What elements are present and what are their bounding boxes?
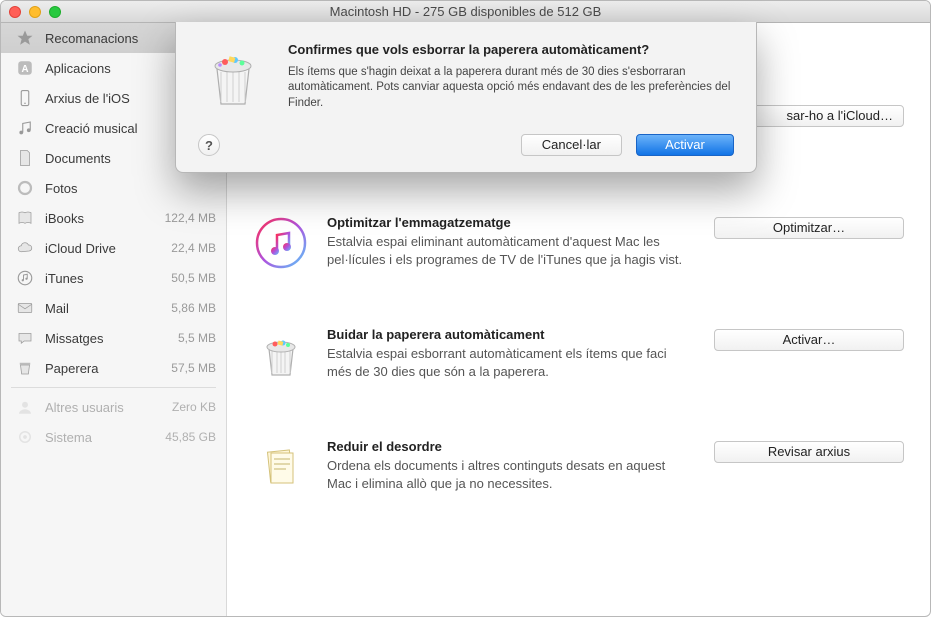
zoom-window-button[interactable]: [49, 6, 61, 18]
recommendation-desc: Estalvia espai eliminant automàticament …: [327, 233, 684, 268]
itunes-color-icon: [253, 215, 309, 271]
optimize-button[interactable]: Optimitzar…: [714, 217, 904, 239]
sidebar-item-size: 5,86 MB: [171, 301, 216, 315]
sidebar-item-size: 122,4 MB: [165, 211, 216, 225]
star-icon: [15, 28, 35, 48]
sidebar-item-paperera[interactable]: Paperera 57,5 MB: [1, 353, 226, 383]
titlebar: Macintosh HD - 275 GB disponibles de 512…: [1, 1, 930, 23]
itunes-icon: [15, 268, 35, 288]
sidebar-item-label: iBooks: [45, 211, 165, 226]
sidebar-item-label: iTunes: [45, 271, 171, 286]
dialog-description: Els ítems que s'hagin deixat a la papere…: [288, 65, 734, 112]
help-button[interactable]: ?: [198, 134, 220, 156]
svg-text:A: A: [21, 64, 28, 75]
trash-full-icon: [253, 327, 309, 383]
close-window-button[interactable]: [9, 6, 21, 18]
sidebar-item-size: 45,85 GB: [165, 430, 216, 444]
window-title: Macintosh HD - 275 GB disponibles de 512…: [1, 4, 930, 19]
sidebar-item-size: 57,5 MB: [171, 361, 216, 375]
music-note-icon: [15, 118, 35, 138]
sidebar-item-size: Zero KB: [172, 400, 216, 414]
sidebar-item-altres-usuaris[interactable]: Altres usuaris Zero KB: [1, 392, 226, 422]
trash-full-icon: [198, 42, 268, 112]
confirm-activate-button[interactable]: Activar: [636, 134, 734, 156]
sidebar-item-mail[interactable]: Mail 5,86 MB: [1, 293, 226, 323]
sidebar-item-label: Mail: [45, 301, 171, 316]
recommendation-desc: Ordena els documents i altres continguts…: [327, 457, 684, 492]
phone-icon: [15, 88, 35, 108]
sidebar-item-size: 5,5 MB: [178, 331, 216, 345]
sidebar-item-missatges[interactable]: Missatges 5,5 MB: [1, 323, 226, 353]
dialog-title: Confirmes que vols esborrar la paperera …: [288, 42, 734, 59]
sidebar-item-sistema[interactable]: Sistema 45,85 GB: [1, 422, 226, 452]
book-icon: [15, 208, 35, 228]
recommendation-title: Optimitzar l'emmagatzematge: [327, 215, 684, 230]
recommendation-title: Reduir el desordre: [327, 439, 684, 454]
sidebar-item-label: Sistema: [45, 430, 165, 445]
sidebar-item-label: Fotos: [45, 181, 216, 196]
documents-stack-icon: [253, 439, 309, 495]
activate-trash-button[interactable]: Activar…: [714, 329, 904, 351]
recommendation-row-clutter: Reduir el desordre Ordena els documents …: [253, 411, 904, 523]
sidebar-separator: [11, 387, 216, 388]
sidebar-item-label: iCloud Drive: [45, 241, 171, 256]
cancel-button[interactable]: Cancel·lar: [521, 134, 622, 156]
sidebar-item-ibooks[interactable]: iBooks 122,4 MB: [1, 203, 226, 233]
cloud-icon: [15, 238, 35, 258]
trash-icon: [15, 358, 35, 378]
sidebar-item-label: Paperera: [45, 361, 171, 376]
sidebar-item-itunes[interactable]: iTunes 50,5 MB: [1, 263, 226, 293]
recommendation-desc: Estalvia espai esborrant automàticament …: [327, 345, 684, 380]
gear-icon: [15, 427, 35, 447]
messages-icon: [15, 328, 35, 348]
recommendation-row-optimize: Optimitzar l'emmagatzematge Estalvia esp…: [253, 187, 904, 299]
sidebar-item-size: 22,4 MB: [171, 241, 216, 255]
sidebar-item-size: 50,5 MB: [171, 271, 216, 285]
photos-icon: [15, 178, 35, 198]
sidebar-item-icloud-drive[interactable]: iCloud Drive 22,4 MB: [1, 233, 226, 263]
mail-icon: [15, 298, 35, 318]
sidebar-item-fotos[interactable]: Fotos: [1, 173, 226, 203]
review-files-button[interactable]: Revisar arxius: [714, 441, 904, 463]
confirm-dialog: Confirmes que vols esborrar la paperera …: [175, 22, 757, 173]
recommendation-row-trash: Buidar la paperera automàticament Estalv…: [253, 299, 904, 411]
sidebar-item-label: Missatges: [45, 331, 178, 346]
user-icon: [15, 397, 35, 417]
minimize-window-button[interactable]: [29, 6, 41, 18]
doc-icon: [15, 148, 35, 168]
storage-management-window: Macintosh HD - 275 GB disponibles de 512…: [0, 0, 931, 617]
window-controls: [9, 6, 61, 18]
app-icon: A: [15, 58, 35, 78]
sidebar-item-label: Altres usuaris: [45, 400, 172, 415]
recommendation-title: Buidar la paperera automàticament: [327, 327, 684, 342]
